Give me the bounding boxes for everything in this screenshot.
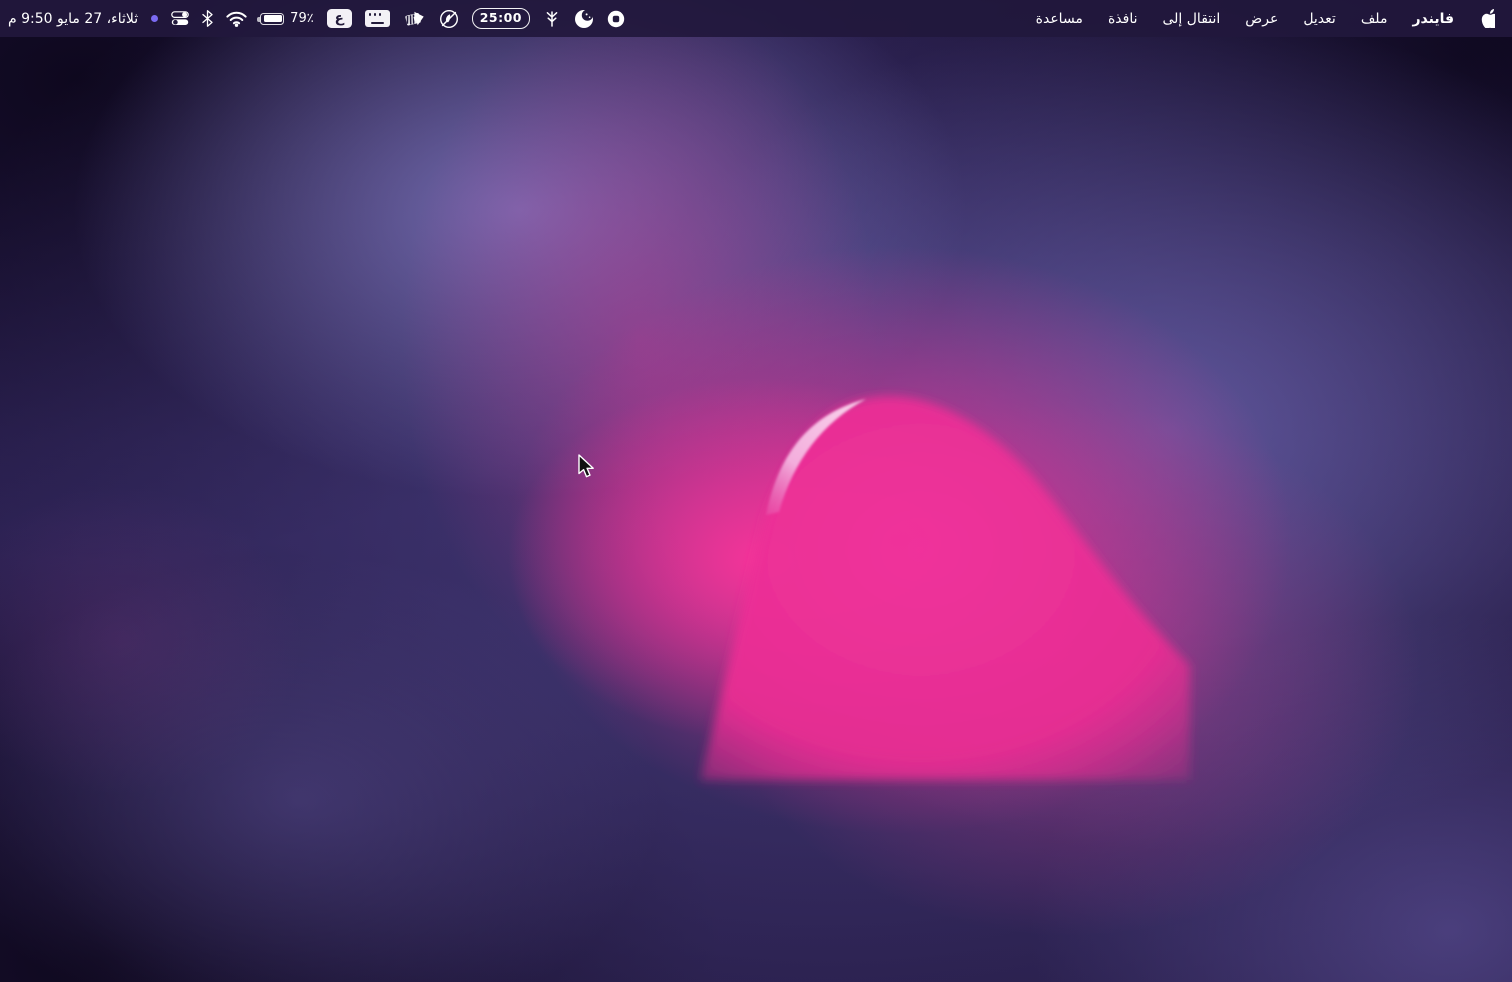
status-dot — [151, 15, 158, 22]
pomodoro-timer-pill[interactable]: 25:00 — [472, 8, 530, 29]
wifi-icon[interactable] — [226, 0, 247, 37]
branch-icon[interactable] — [543, 0, 561, 37]
arabic-input-source-badge[interactable]: ع — [327, 9, 352, 28]
battery-body — [260, 13, 284, 25]
menu-bar: ثلاثاء، 27 مايو 9:50 م — [0, 0, 1512, 37]
control-center-icon[interactable] — [171, 0, 189, 37]
battery-nub — [257, 17, 260, 22]
rocket-slash-icon[interactable] — [439, 0, 459, 37]
moon-stars-icon[interactable] — [574, 0, 594, 37]
battery-icon[interactable]: 79٪ — [260, 0, 314, 37]
bluetooth-icon[interactable] — [202, 0, 213, 37]
keyboard-viewer-icon[interactable] — [365, 10, 390, 27]
keyboard-spacebar — [371, 22, 384, 24]
keyboard-dots — [369, 13, 382, 16]
menu-edit[interactable]: تعديل — [1303, 0, 1336, 37]
apple-menu[interactable] — [1479, 0, 1495, 37]
app-menus-cluster: فايندر ملف تعديل عرض انتقال إلى نافذة مس… — [1036, 0, 1495, 37]
menu-view[interactable]: عرض — [1245, 0, 1278, 37]
menu-window[interactable]: نافذة — [1108, 0, 1138, 37]
menu-finder[interactable]: فايندر — [1412, 0, 1454, 37]
menu-go[interactable]: انتقال إلى — [1162, 0, 1220, 37]
apple-logo-icon — [1479, 9, 1495, 28]
battery-fill — [264, 15, 281, 22]
menu-help[interactable]: مساعدة — [1036, 0, 1083, 37]
record-stop-icon[interactable] — [607, 0, 625, 37]
status-cluster: ثلاثاء، 27 مايو 9:50 م — [8, 0, 625, 37]
battery-percent-label: 79٪ — [290, 11, 314, 26]
clock-date-time[interactable]: ثلاثاء، 27 مايو 9:50 م — [8, 0, 138, 37]
mouse-cursor-arrow — [577, 454, 597, 480]
menu-file[interactable]: ملف — [1361, 0, 1388, 37]
keystroke-overlay-icon[interactable] — [403, 0, 426, 37]
wallpaper-pink-ridge — [0, 0, 1512, 982]
